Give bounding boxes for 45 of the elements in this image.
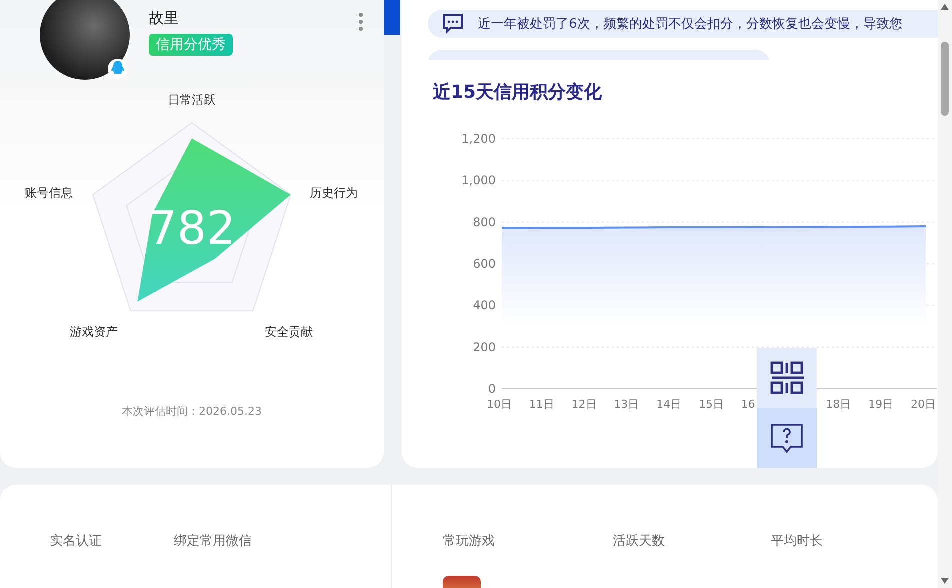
x-axis-label: 12日	[572, 398, 597, 411]
user-name: 故里	[149, 9, 179, 28]
y-axis-label: 0	[488, 382, 496, 396]
radar-label: 安全贡献	[265, 325, 313, 339]
column-header: 实名认证	[50, 533, 102, 551]
scroll-up-icon[interactable]	[941, 4, 949, 10]
evaluation-date: 本次评估时间：2026.05.23	[122, 404, 262, 419]
x-axis-label: 16	[741, 398, 756, 411]
help-button[interactable]	[757, 408, 817, 468]
accent-bar	[384, 0, 400, 35]
radar-label: 日常活跃	[168, 93, 216, 107]
notice-text: 近一年被处罚了6次，频繁的处罚不仅会扣分，分数恢复也会变慢，导致您	[478, 16, 902, 33]
y-axis-label: 800	[473, 215, 496, 230]
y-axis-label: 600	[473, 257, 496, 271]
y-axis-label: 200	[473, 340, 496, 354]
column-header: 绑定常用微信	[174, 533, 252, 551]
x-axis-label: 14日	[656, 398, 682, 411]
x-axis-label: 15日	[699, 398, 724, 411]
help-icon	[770, 421, 804, 455]
column-header: 平均时长	[771, 533, 824, 550]
x-axis-label: 11日	[529, 398, 554, 411]
more-icon[interactable]	[358, 12, 364, 32]
x-axis-label: 13日	[614, 398, 640, 411]
credit-badge: 信用分优秀	[149, 34, 233, 56]
y-axis-label: 1,000	[462, 174, 496, 188]
chart-title: 近15天信用积分变化	[433, 81, 604, 104]
radar-label: 账号信息	[25, 186, 73, 200]
x-axis-label: 18日	[826, 398, 852, 411]
qr-code-icon	[770, 361, 804, 395]
x-axis-label: 20日	[911, 398, 936, 411]
x-axis-label: 10日	[487, 398, 512, 411]
qr-code-button[interactable]	[757, 348, 817, 408]
penguin-icon	[108, 58, 128, 80]
y-axis-label: 400	[473, 298, 496, 313]
scroll-down-icon[interactable]	[941, 578, 949, 584]
scrollbar-thumb[interactable]	[941, 42, 949, 116]
column-header: 活跃天数	[613, 533, 666, 550]
radar-label: 游戏资产	[70, 325, 118, 339]
scrollbar[interactable]	[938, 0, 952, 588]
y-axis-label: 1,200	[462, 132, 496, 146]
x-axis-label: 19日	[868, 398, 894, 411]
radar-label: 历史行为	[310, 186, 358, 200]
credit-score: 782	[148, 201, 236, 255]
column-header: 常玩游戏	[443, 533, 496, 550]
message-icon	[442, 13, 464, 35]
